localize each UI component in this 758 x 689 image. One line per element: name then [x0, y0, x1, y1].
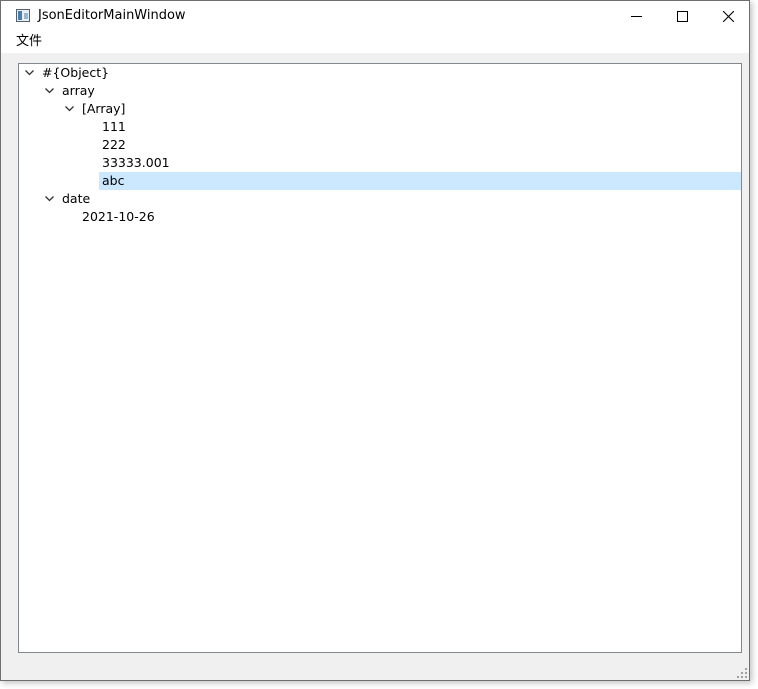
tree-row[interactable]: 222 [19, 136, 741, 154]
minimize-icon [631, 16, 642, 17]
tree-row[interactable]: 33333.001 [19, 154, 741, 172]
window-title: JsonEditorMainWindow [38, 8, 186, 23]
tree-node-label[interactable]: 222 [99, 136, 129, 154]
selection-highlight [99, 172, 741, 190]
chevron-down-icon[interactable] [44, 193, 55, 204]
tree-row[interactable]: abc [19, 172, 741, 190]
tree-row[interactable]: date [19, 190, 741, 208]
tree-node-label[interactable]: abc [99, 172, 127, 190]
menu-bar: 文件 [1, 31, 749, 53]
tree-node-label[interactable]: #{Object} [39, 64, 112, 82]
maximize-button[interactable] [659, 1, 705, 31]
json-tree-view[interactable]: #{Object} array [Array] 111 222 33333.001 abc d… [18, 63, 742, 653]
tree-node-label[interactable]: 111 [99, 118, 129, 136]
chevron-down-icon[interactable] [64, 103, 75, 114]
main-window: JsonEditorMainWindow 文件 #{Object} array [A… [0, 0, 750, 681]
title-bar[interactable]: JsonEditorMainWindow [1, 1, 749, 31]
minimize-button[interactable] [613, 1, 659, 31]
close-icon [723, 11, 734, 22]
tree-node-label[interactable]: array [59, 82, 98, 100]
tree-row[interactable]: 2021-10-26 [19, 208, 741, 226]
tree-node-label[interactable]: 2021-10-26 [79, 208, 158, 226]
menu-file[interactable]: 文件 [9, 31, 49, 53]
tree-node-label[interactable]: [Array] [79, 100, 128, 118]
resize-grip-icon[interactable] [737, 668, 747, 678]
app-window-icon [16, 9, 30, 22]
close-button[interactable] [705, 1, 751, 31]
tree-row[interactable]: #{Object} [19, 64, 741, 82]
tree-row[interactable]: array [19, 82, 741, 100]
maximize-icon [677, 11, 688, 22]
tree-row[interactable]: 111 [19, 118, 741, 136]
tree-node-label[interactable]: date [59, 190, 93, 208]
tree-row[interactable]: [Array] [19, 100, 741, 118]
chevron-down-icon[interactable] [24, 67, 35, 78]
chevron-down-icon[interactable] [44, 85, 55, 96]
tree-node-label[interactable]: 33333.001 [99, 154, 173, 172]
